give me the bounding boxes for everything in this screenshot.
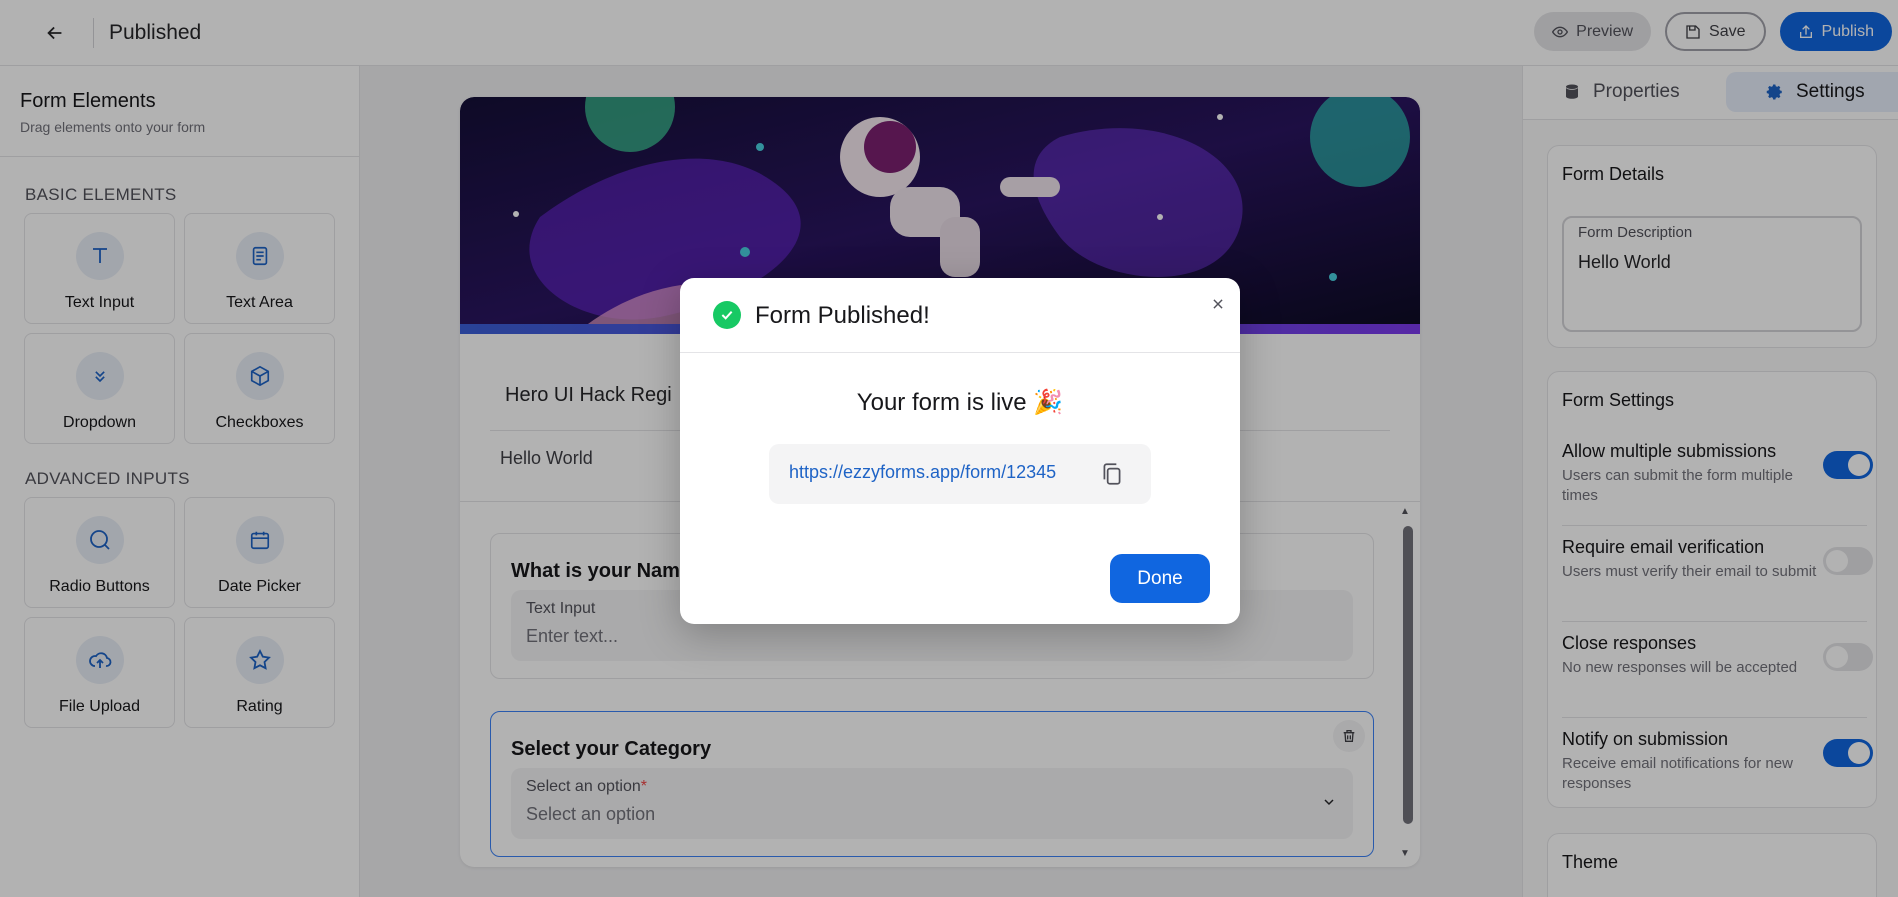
copy-icon <box>1103 463 1121 485</box>
modal-header: Form Published! <box>680 278 1240 353</box>
copy-url-button[interactable] <box>1099 461 1125 487</box>
publish-success-modal: Form Published! Your form is live 🎉 http… <box>680 278 1240 624</box>
modal-title: Form Published! <box>755 302 930 329</box>
done-button[interactable]: Done <box>1110 554 1210 603</box>
check-circle-icon <box>713 301 741 329</box>
close-button[interactable] <box>1206 292 1230 316</box>
live-message: Your form is live 🎉 <box>856 389 1064 416</box>
form-url-link[interactable]: https://ezzyforms.app/form/12345 <box>789 462 1056 483</box>
close-icon <box>1213 299 1223 309</box>
form-url-box: https://ezzyforms.app/form/12345 <box>769 444 1151 504</box>
